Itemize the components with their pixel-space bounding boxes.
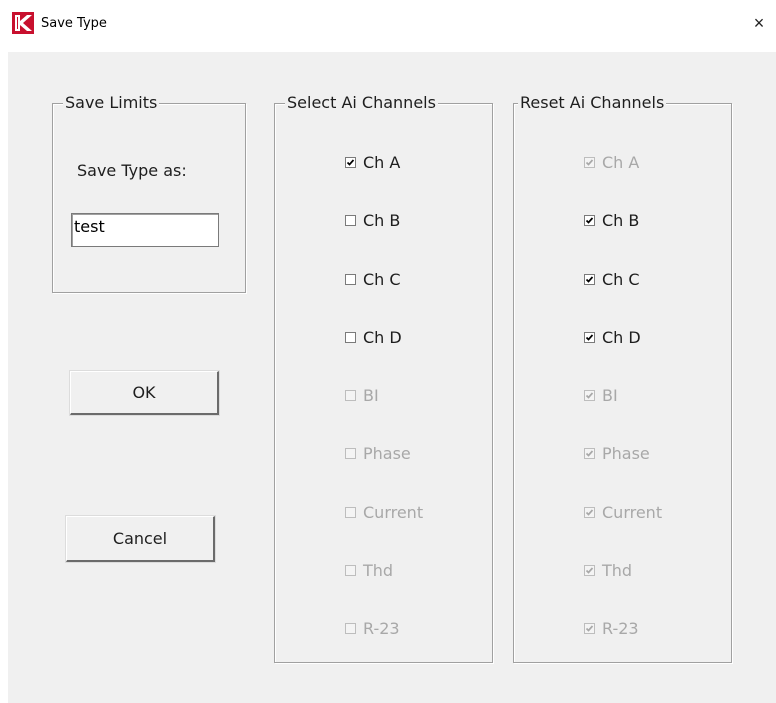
reset-channel-label: BI xyxy=(602,385,618,405)
checkbox-unchecked-icon xyxy=(345,564,356,576)
select-checkbox-thd: Thd xyxy=(345,560,393,580)
save-limits-group: Save Limits Save Type as: test xyxy=(52,94,246,293)
reset-checkbox-current: Current xyxy=(584,502,662,522)
ok-button[interactable]: OK xyxy=(70,371,219,415)
checkbox-checked-icon xyxy=(584,447,595,459)
reset-channel-label: Current xyxy=(602,502,663,522)
reset-ai-channels-title: Reset Ai Channels xyxy=(518,93,667,112)
reset-checkbox-phase: Phase xyxy=(584,443,650,463)
reset-channel-label: R-23 xyxy=(602,618,639,638)
checkbox-unchecked-icon xyxy=(345,214,356,226)
checkbox-checked-icon xyxy=(584,622,595,634)
reset-channel-label: Thd xyxy=(602,560,633,580)
reset-checkbox-ch-b[interactable]: Ch B xyxy=(584,210,639,230)
checkbox-checked-icon xyxy=(584,156,595,168)
select-channel-label: Ch C xyxy=(363,269,401,289)
select-channel-label: Thd xyxy=(363,560,394,580)
checkbox-unchecked-icon xyxy=(345,506,356,518)
checkbox-checked-icon xyxy=(584,564,595,576)
select-ai-channels-group: Select Ai Channels Ch A Ch B Ch C Ch D BI Pha… xyxy=(274,94,493,663)
select-channel-label: Ch A xyxy=(363,152,401,172)
select-checkbox-current: Current xyxy=(345,502,423,522)
checkbox-checked-icon xyxy=(584,506,595,518)
window-title: Save Type xyxy=(41,16,107,31)
reset-checkbox-r-23: R-23 xyxy=(584,618,639,638)
dialog-body: Save Limits Save Type as: test OK Cancel… xyxy=(8,52,776,703)
reset-channel-label: Ch D xyxy=(602,327,641,347)
reset-checkbox-ch-c[interactable]: Ch C xyxy=(584,269,640,289)
checkbox-checked-icon xyxy=(584,214,595,226)
checkbox-unchecked-icon xyxy=(345,447,356,459)
reset-channel-label: Phase xyxy=(602,443,650,463)
select-channel-label: Ch D xyxy=(363,327,402,347)
select-ai-channels-title: Select Ai Channels xyxy=(285,93,438,112)
select-channel-label: Ch B xyxy=(363,210,401,230)
title-bar: Save Type × xyxy=(0,0,776,52)
reset-channel-label: Ch A xyxy=(602,152,640,172)
save-limits-group-title: Save Limits xyxy=(63,93,160,112)
cancel-button[interactable]: Cancel xyxy=(66,516,215,562)
select-checkbox-ch-b[interactable]: Ch B xyxy=(345,210,400,230)
save-type-name-input[interactable]: test xyxy=(71,213,219,247)
checkbox-unchecked-icon xyxy=(345,331,356,343)
checkbox-checked-icon xyxy=(584,273,595,285)
checkbox-checked-icon xyxy=(584,389,595,401)
checkbox-unchecked-icon xyxy=(345,622,356,634)
checkbox-checked-icon xyxy=(584,331,595,343)
reset-checkbox-ch-d[interactable]: Ch D xyxy=(584,327,641,347)
select-checkbox-ch-c[interactable]: Ch C xyxy=(345,269,401,289)
select-checkbox-bi: BI xyxy=(345,385,379,405)
red-k-logo-icon xyxy=(12,12,34,34)
select-channel-label: R-23 xyxy=(363,618,400,638)
reset-ai-channels-group: Reset Ai Channels Ch A Ch B Ch C Ch D BI Phas… xyxy=(513,94,732,663)
select-checkbox-ch-a[interactable]: Ch A xyxy=(345,152,400,172)
checkbox-unchecked-icon xyxy=(345,273,356,285)
close-icon: × xyxy=(753,13,765,33)
reset-checkbox-thd: Thd xyxy=(584,560,632,580)
checkbox-checked-icon xyxy=(345,156,356,168)
save-type-as-label: Save Type as: xyxy=(77,161,187,180)
select-checkbox-ch-d[interactable]: Ch D xyxy=(345,327,402,347)
reset-channel-label: Ch B xyxy=(602,210,640,230)
select-channel-label: Phase xyxy=(363,443,411,463)
select-channel-label: Current xyxy=(363,502,424,522)
reset-checkbox-bi: BI xyxy=(584,385,618,405)
select-checkbox-r-23: R-23 xyxy=(345,618,400,638)
reset-checkbox-ch-a: Ch A xyxy=(584,152,639,172)
select-checkbox-phase: Phase xyxy=(345,443,411,463)
reset-channel-label: Ch C xyxy=(602,269,640,289)
checkbox-unchecked-icon xyxy=(345,389,356,401)
select-channel-label: BI xyxy=(363,385,379,405)
close-button[interactable]: × xyxy=(746,10,772,36)
